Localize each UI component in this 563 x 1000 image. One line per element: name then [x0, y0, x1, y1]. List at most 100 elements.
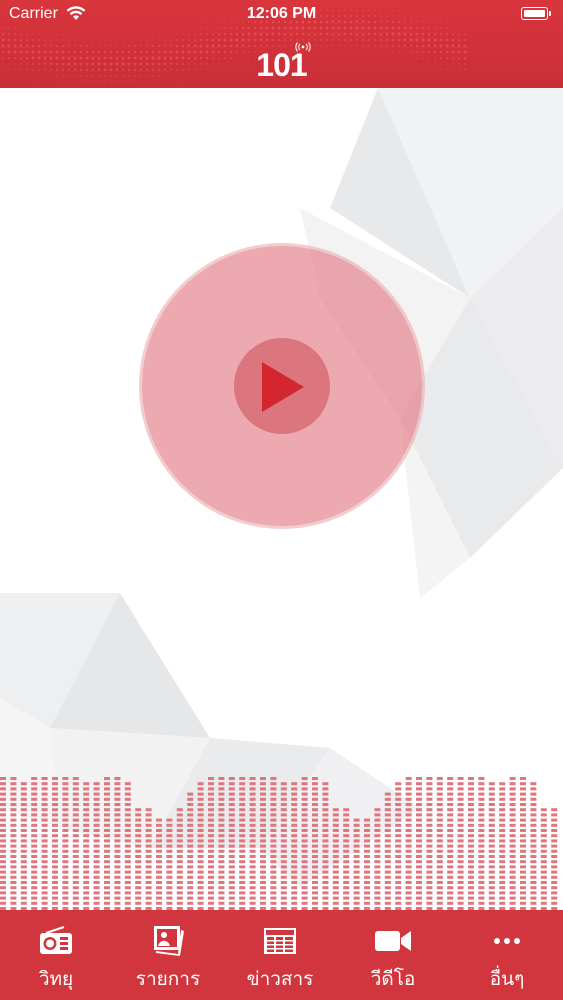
- header-pattern-dot: [170, 39, 172, 41]
- equalizer-segment: [322, 829, 329, 832]
- header-pattern-dot: [415, 38, 419, 42]
- header-pattern-dot: [391, 38, 395, 42]
- header-pattern-dot: [409, 32, 413, 36]
- equalizer-segment: [436, 896, 443, 900]
- equalizer-segment: [332, 896, 339, 900]
- equalizer-segment: [72, 782, 79, 786]
- equalizer-segment: [0, 777, 6, 780]
- equalizer-segment: [0, 891, 6, 895]
- header-pattern-dot: [367, 32, 371, 36]
- header-pattern-dot: [26, 33, 28, 35]
- equalizer-segment: [93, 881, 100, 884]
- equalizer-segment: [135, 860, 142, 864]
- equalizer-segment: [468, 797, 474, 801]
- equalizer-segment: [416, 823, 422, 827]
- equalizer-segment: [447, 782, 454, 786]
- equalizer-segment: [343, 896, 350, 900]
- equalizer-segment: [468, 834, 474, 838]
- equalizer-segment: [499, 818, 506, 822]
- equalizer-segment: [83, 860, 90, 864]
- header-pattern-dot: [356, 39, 358, 41]
- equalizer-segment: [104, 834, 110, 838]
- equalizer-segment: [124, 844, 131, 848]
- equalizer-segment: [0, 834, 6, 838]
- equalizer-segment: [41, 849, 48, 853]
- equalizer-segment: [104, 803, 110, 806]
- equalizer-segment: [31, 839, 38, 843]
- equalizer-segment: [218, 803, 225, 806]
- equalizer-segment: [426, 849, 433, 853]
- header-pattern-dot: [253, 38, 257, 42]
- tab-video[interactable]: วีดีโอ: [337, 910, 449, 1000]
- equalizer-segment: [478, 875, 485, 879]
- equalizer-segment: [405, 808, 412, 812]
- equalizer-segment: [104, 849, 110, 853]
- equalizer-segment: [239, 865, 246, 869]
- equalizer-segment: [10, 901, 17, 905]
- equalizer-segment: [551, 870, 558, 874]
- equalizer-segment: [353, 844, 360, 848]
- equalizer-segment: [478, 777, 485, 780]
- header-pattern-dot: [146, 33, 148, 35]
- equalizer-segment: [0, 855, 6, 858]
- equalizer-segment: [41, 844, 48, 848]
- tab-programs[interactable]: รายการ: [112, 910, 224, 1000]
- equalizer-bar: [31, 777, 38, 910]
- equalizer-segment: [166, 886, 173, 890]
- header-pattern-dot: [20, 33, 22, 35]
- equalizer-segment: [124, 808, 131, 812]
- equalizer-segment: [72, 891, 79, 895]
- equalizer-segment: [353, 875, 360, 879]
- equalizer-segment: [343, 823, 350, 827]
- equalizer-segment: [260, 818, 266, 822]
- equalizer-segment: [468, 839, 474, 843]
- equalizer-bar: [228, 777, 235, 910]
- equalizer-segment: [416, 787, 422, 791]
- equalizer-segment: [10, 844, 17, 848]
- equalizer-segment: [405, 777, 412, 780]
- header-pattern-dot: [259, 38, 263, 42]
- equalizer-segment: [509, 865, 516, 869]
- equalizer-segment: [374, 875, 381, 879]
- header-pattern-dot: [289, 38, 293, 42]
- equalizer-segment: [499, 860, 506, 864]
- equalizer-segment: [135, 865, 142, 869]
- equalizer-segment: [384, 839, 391, 843]
- equalizer-segment: [301, 875, 308, 879]
- equalizer-segment: [520, 834, 526, 838]
- play-button-outer-ring[interactable]: [142, 246, 422, 526]
- equalizer-segment: [509, 839, 516, 843]
- equalizer-segment: [280, 782, 287, 786]
- equalizer-segment: [322, 865, 329, 869]
- equalizer-segment: [488, 901, 495, 905]
- equalizer-bar: [270, 777, 277, 910]
- equalizer-segment: [156, 875, 162, 879]
- equalizer-segment: [499, 787, 506, 791]
- equalizer-segment: [353, 839, 360, 843]
- equalizer-segment: [31, 834, 38, 838]
- header-pattern-dot: [32, 39, 34, 41]
- tab-news[interactable]: ข่าวสาร: [224, 910, 336, 1000]
- equalizer-segment: [62, 870, 69, 874]
- equalizer-segment: [322, 808, 329, 812]
- equalizer-segment: [468, 891, 474, 895]
- equalizer-segment: [156, 823, 162, 827]
- equalizer-segment: [239, 782, 246, 786]
- equalizer-segment: [218, 777, 225, 780]
- equalizer-segment: [20, 803, 27, 806]
- header-pattern-dot: [146, 39, 148, 41]
- equalizer-segment: [520, 849, 526, 853]
- header-pattern-dot: [349, 32, 353, 36]
- tab-radio[interactable]: วิทยุ: [0, 910, 112, 1000]
- equalizer-segment: [322, 818, 329, 822]
- equalizer-segment: [405, 891, 412, 895]
- equalizer-segment: [72, 829, 79, 832]
- equalizer-segment: [405, 855, 412, 858]
- equalizer-segment: [156, 818, 162, 822]
- equalizer-segment: [124, 896, 131, 900]
- equalizer-segment: [218, 875, 225, 879]
- play-button[interactable]: [234, 338, 330, 434]
- tab-more[interactable]: อื่นๆ: [451, 910, 563, 1000]
- tab-video-label: วีดีโอ: [370, 968, 416, 990]
- equalizer-segment: [260, 875, 266, 879]
